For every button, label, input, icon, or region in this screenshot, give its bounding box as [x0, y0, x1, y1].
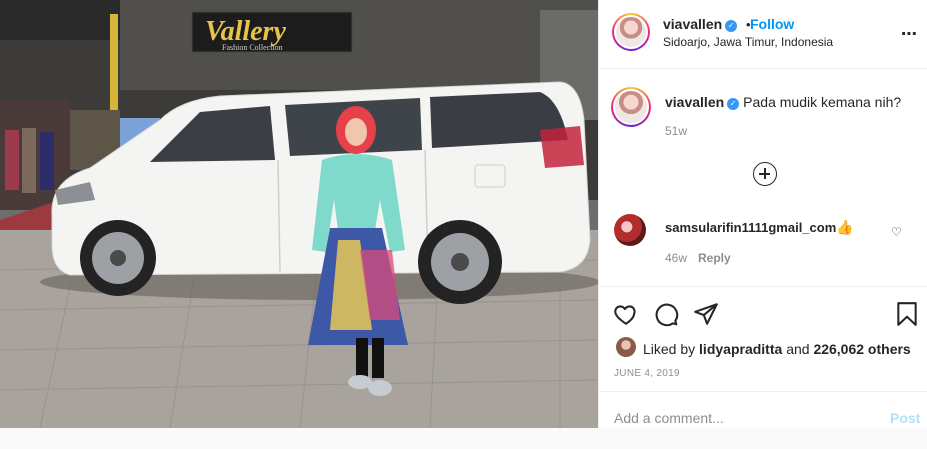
- liker-username[interactable]: lidyapraditta: [699, 341, 782, 357]
- add-comment-input[interactable]: [614, 410, 864, 426]
- divider: [599, 391, 927, 392]
- likes-summary: Liked by lidyapraditta and 226,062 other…: [643, 341, 911, 357]
- reply-button[interactable]: Reply: [698, 251, 731, 265]
- store-sign-sub: Fashion Collection: [222, 43, 283, 52]
- likes-prefix: Liked by: [643, 341, 696, 357]
- author-username-text[interactable]: viavallen: [663, 16, 722, 32]
- caption-timestamp[interactable]: 51w: [665, 124, 687, 138]
- comment-icon[interactable]: [653, 301, 681, 329]
- post-comment-button[interactable]: Post: [890, 410, 920, 426]
- post-header: viavallen ✓ • Follow Sidoarjo, Jawa Timur…: [599, 0, 927, 69]
- post-date[interactable]: JUNE 4, 2019: [614, 368, 680, 379]
- page-background: [0, 428, 927, 449]
- caption-text: Pada mudik kemana nih?: [743, 94, 902, 110]
- divider: [599, 286, 927, 287]
- author-avatar[interactable]: [612, 13, 650, 51]
- bookmark-icon[interactable]: [894, 301, 922, 329]
- load-more-comments-icon[interactable]: [753, 162, 777, 186]
- thumbs-up-emoji: 👍: [836, 219, 854, 235]
- post-photo[interactable]: Vallery Fashion Collection: [0, 0, 598, 428]
- commenter-avatar[interactable]: [614, 214, 646, 246]
- likes-others-link[interactable]: 226,062 others: [813, 341, 910, 357]
- verified-badge-icon: ✓: [727, 98, 740, 110]
- more-options-icon[interactable]: ⋯: [901, 24, 918, 44]
- heart-icon[interactable]: [613, 301, 641, 329]
- post-side-panel: viavallen ✓ • Follow Sidoarjo, Jawa Timur…: [598, 0, 927, 428]
- post-caption: viavallen ✓ Pada mudik kemana nih?: [665, 94, 901, 110]
- location-link[interactable]: Sidoarjo, Jawa Timur, Indonesia: [663, 35, 833, 49]
- comment-username[interactable]: samsularifin1111gmail_com: [665, 220, 836, 235]
- instagram-post: Vallery Fashion Collection viavallen ✓ •…: [0, 0, 927, 428]
- share-icon[interactable]: [693, 301, 721, 329]
- verified-badge-icon: ✓: [725, 20, 738, 32]
- caption-username[interactable]: viavallen: [665, 94, 724, 110]
- likes-joiner: and: [786, 341, 810, 357]
- comment-like-heart-icon[interactable]: ♡: [891, 225, 902, 239]
- follow-button[interactable]: Follow: [750, 16, 794, 32]
- caption-avatar[interactable]: [611, 87, 651, 127]
- liker-avatar[interactable]: [616, 337, 636, 357]
- comment-timestamp[interactable]: 46w: [665, 251, 687, 265]
- author-username[interactable]: viavallen ✓: [663, 16, 738, 32]
